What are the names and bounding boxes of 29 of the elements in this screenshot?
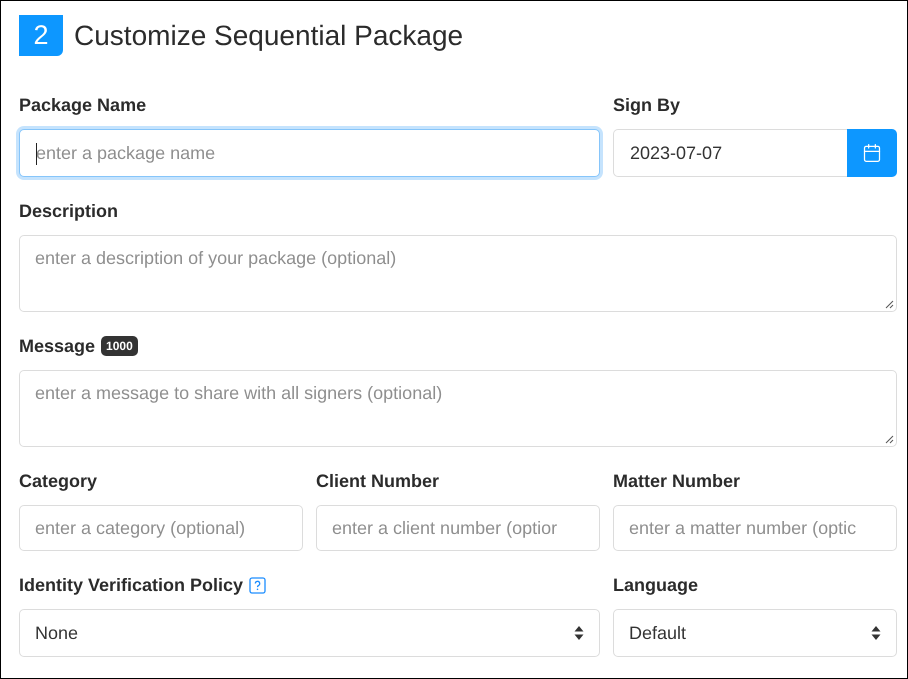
sort-arrows-icon: [871, 625, 881, 641]
field-label: Package Name: [19, 94, 146, 116]
field-label: Client Number: [316, 470, 440, 492]
text-area-field[interactable]: enter a message to share with all signers (optional): [19, 370, 897, 447]
character-limit-badge: 1000: [101, 336, 138, 356]
text-cursor: [36, 143, 37, 165]
calendar-button[interactable]: [847, 129, 897, 177]
field-label: Category: [19, 470, 98, 492]
page-title: Customize Sequential Package: [74, 20, 464, 52]
field-label: Sign By: [613, 94, 680, 116]
calendar-icon: [862, 143, 882, 163]
field-label: Message: [19, 336, 96, 356]
resize-handle-icon[interactable]: [885, 435, 894, 444]
help-icon[interactable]: [249, 576, 266, 594]
select-field[interactable]: Default: [613, 609, 897, 657]
step-number: 2: [19, 15, 63, 56]
text-area-field[interactable]: enter a description of your package (optional): [19, 235, 897, 312]
text-input-field[interactable]: enter a client number (optior: [316, 505, 600, 551]
select-field[interactable]: None: [19, 609, 600, 657]
date-input-field[interactable]: 2023-07-07: [613, 129, 847, 177]
field-label: Matter Number: [613, 470, 740, 492]
text-input-field[interactable]: enter a matter number (optic: [613, 505, 897, 551]
text-input-field[interactable]: enter a package name: [19, 129, 600, 177]
sort-arrows-icon: [574, 625, 584, 641]
text-input-field[interactable]: enter a category (optional): [19, 505, 303, 551]
field-label: Identity Verification Policy: [19, 574, 244, 596]
resize-handle-icon[interactable]: [885, 300, 894, 309]
field-label: Description: [19, 200, 118, 222]
field-label: Language: [613, 574, 698, 596]
